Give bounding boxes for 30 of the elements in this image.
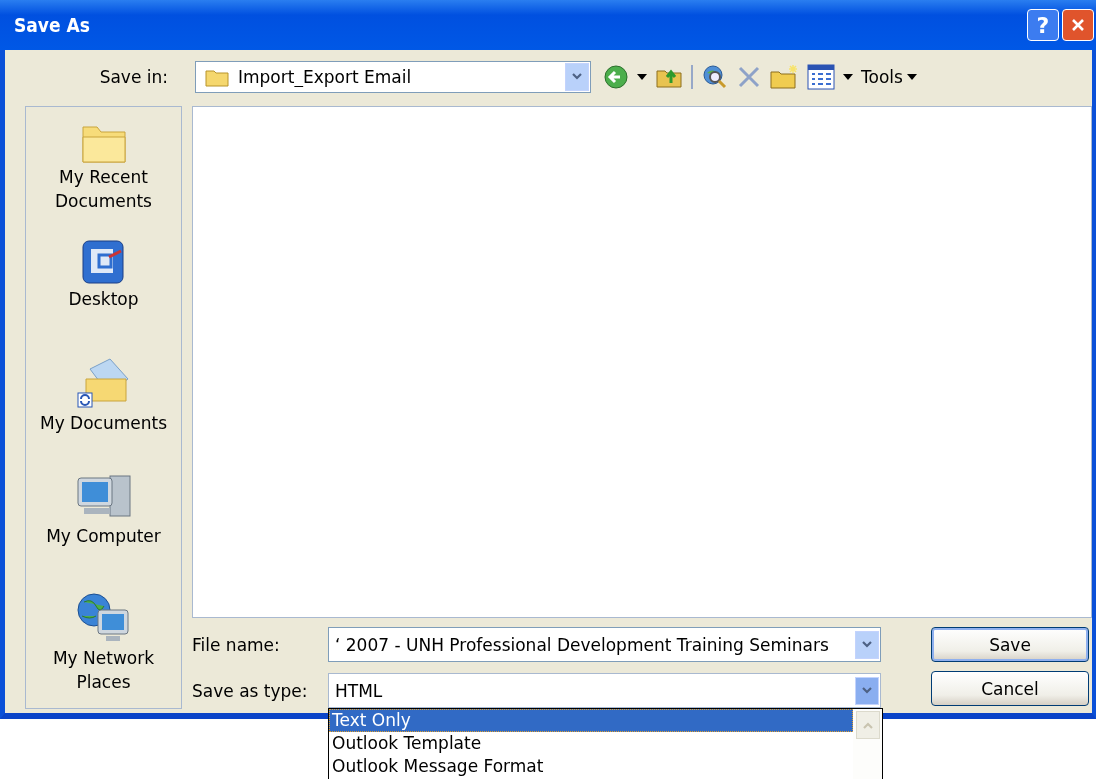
save-as-type-dropdown[interactable]: HTML (328, 673, 881, 708)
save-in-dropdown[interactable]: Import_Export Email (195, 61, 591, 93)
delete-icon[interactable] (737, 65, 761, 89)
file-type-option[interactable]: Text Only (329, 709, 853, 732)
back-icon[interactable] (603, 64, 629, 90)
cancel-button[interactable]: Cancel (931, 671, 1089, 706)
tools-menu-button[interactable]: Tools (861, 67, 917, 87)
window-title: Save As (14, 14, 90, 36)
dropdown-arrow-icon[interactable] (843, 74, 853, 80)
dropdown-arrow-icon (906, 74, 917, 80)
close-icon (1070, 17, 1086, 33)
help-button[interactable]: ? (1027, 9, 1059, 41)
file-name-field[interactable]: ‘ 2007 - UNH Professional Development Training Seminars (328, 627, 881, 662)
places-item[interactable]: My Computer (28, 472, 179, 591)
dropdown-arrow-icon[interactable] (637, 74, 647, 80)
file-type-option[interactable]: Outlook Template (329, 732, 853, 755)
save-in-label: Save in: (98, 67, 169, 87)
new-folder-icon[interactable] (769, 64, 799, 90)
search-icon[interactable] (701, 63, 729, 91)
views-icon[interactable] (807, 64, 835, 90)
save-as-type-label: Save as type: (192, 680, 309, 701)
save-button[interactable]: Save (931, 627, 1089, 662)
places-item[interactable]: My Network Places (28, 590, 179, 708)
file-name-label: File name: (192, 634, 281, 655)
places-item[interactable]: Desktop (28, 236, 179, 355)
close-button[interactable] (1062, 9, 1094, 41)
scrollbar[interactable] (853, 709, 882, 779)
places-item[interactable]: My Recent Documents (28, 119, 179, 237)
places-item[interactable]: My Documents (28, 354, 179, 473)
file-type-option[interactable]: Outlook Message Format (329, 755, 853, 778)
